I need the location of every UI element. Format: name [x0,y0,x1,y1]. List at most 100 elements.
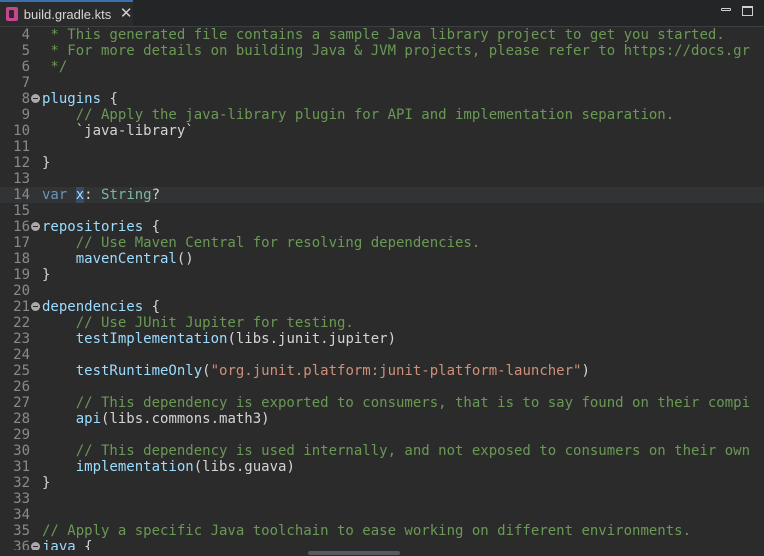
code-line[interactable]: 24 [0,347,764,363]
code-line[interactable]: 12} [0,155,764,171]
code-text: repositories { [42,219,160,235]
code-token: plugins [42,91,102,107]
line-number: 32 [13,475,30,491]
line-number: 21 [13,299,30,315]
maximize-icon[interactable] [742,5,754,17]
code-token: * For more details on building Java & JV… [42,43,751,59]
line-number: 12 [13,155,30,171]
code-line[interactable]: 5 * For more details on building Java & … [0,43,764,59]
code-text: * For more details on building Java & JV… [42,43,750,59]
minimize-icon[interactable] [720,5,732,17]
code-line[interactable]: 27 // This dependency is exported to con… [0,395,764,411]
code-text: } [42,475,50,491]
code-text: api(libs.commons.math3) [42,411,270,427]
code-text: plugins { [42,91,118,107]
line-number: 22 [13,315,30,331]
code-token: dependencies [42,299,144,315]
code-line[interactable]: 22 // Use JUnit Jupiter for testing. [0,315,764,331]
code-line[interactable]: 25 testRuntimeOnly("org.junit.platform:j… [0,363,764,379]
code-token: repositories [42,219,144,235]
code-line[interactable]: 6 */ [0,59,764,75]
code-line[interactable]: 10 `java-library` [0,123,764,139]
close-icon[interactable]: ✕ [119,6,133,21]
code-line[interactable]: 9 // Apply the java-library plugin for A… [0,107,764,123]
line-number: 8 [21,91,30,107]
code-token: } [42,475,51,491]
code-token: testRuntimeOnly [75,363,203,379]
code-line[interactable]: 26 [0,379,764,395]
code-token: (libs.junit.jupiter) [227,331,397,347]
code-token: // This dependency is used internally, a… [42,443,751,459]
code-line[interactable]: 35 // Apply a specific Java toolchain to … [0,523,764,539]
code-token: */ [42,59,68,75]
code-line[interactable]: 31 implementation(libs.guava) [0,459,764,475]
code-editor[interactable]: 4 * This generated file contains a sampl… [0,27,764,556]
line-number: 11 [13,139,30,155]
code-token: } [42,155,51,171]
fold-collapse-icon[interactable] [31,222,40,231]
code-line[interactable]: 21 dependencies { [0,299,764,315]
code-line[interactable]: 16 repositories { [0,219,764,235]
code-token: x [75,187,85,203]
line-number: 19 [13,267,30,283]
code-token: { [101,91,118,107]
line-number: 9 [21,107,30,123]
line-number: 30 [13,443,30,459]
code-token: `java-library` [42,123,194,139]
code-text: // Apply the java-library plugin for API… [42,107,674,123]
line-number: 18 [13,251,30,267]
code-line[interactable]: 20 [0,283,764,299]
code-text: // This dependency is exported to consum… [42,395,750,411]
code-token: // Use JUnit Jupiter for testing. [42,315,354,331]
code-line[interactable]: 11 [0,139,764,155]
code-line[interactable]: 33 [0,491,764,507]
line-number: 28 [13,411,30,427]
code-line[interactable]: 14 var x: String? [0,187,764,203]
code-line[interactable]: 19} [0,267,764,283]
scrollbar-thumb[interactable] [308,551,400,555]
code-token: // Apply the java-library plugin for API… [42,107,675,123]
line-number: 35 [13,523,30,539]
code-line[interactable]: 28 api(libs.commons.math3) [0,411,764,427]
fold-collapse-icon[interactable] [31,94,40,103]
code-line[interactable]: 4 * This generated file contains a sampl… [0,27,764,43]
code-token: "org.junit.platform:junit-platform-launc… [210,363,582,379]
code-line[interactable]: 8 plugins { [0,91,764,107]
code-line[interactable]: 17 // Use Maven Central for resolving de… [0,235,764,251]
code-text: implementation(libs.guava) [42,459,295,475]
line-number: 17 [13,235,30,251]
tab-bar: build.gradle.kts ✕ [0,0,764,27]
line-number: 31 [13,459,30,475]
horizontal-scrollbar[interactable] [0,550,764,556]
code-text: var x: String? [42,187,160,203]
line-number: 25 [13,363,30,379]
code-token: var [42,187,68,203]
code-line[interactable]: 15 [0,203,764,219]
code-line[interactable]: 32} [0,475,764,491]
code-text: testRuntimeOnly("org.junit.platform:juni… [42,363,590,379]
code-token: () [176,251,194,267]
code-line[interactable]: 34 [0,507,764,523]
line-number: 4 [21,27,30,43]
code-line[interactable]: 13 [0,171,764,187]
code-line[interactable]: 30 // This dependency is used internally… [0,443,764,459]
fold-collapse-icon[interactable] [31,302,40,311]
code-text: // Use JUnit Jupiter for testing. [42,315,354,331]
line-number: 26 [13,379,30,395]
code-text: // Apply a specific Java toolchain to ea… [42,523,691,539]
code-token: : [84,187,102,203]
code-line[interactable]: 29 [0,427,764,443]
editor-window: build.gradle.kts ✕ 4 * This generated fi… [0,0,764,556]
code-line[interactable]: 23 testImplementation(libs.junit.jupiter… [0,331,764,347]
code-token: ( [202,363,211,379]
code-token: { [143,219,161,235]
code-line[interactable]: 7 [0,75,764,91]
code-line[interactable]: 18 mavenCentral() [0,251,764,267]
line-number: 27 [13,395,30,411]
tab-build-gradle-kts[interactable]: build.gradle.kts ✕ [0,0,133,26]
code-text: */ [42,59,67,75]
